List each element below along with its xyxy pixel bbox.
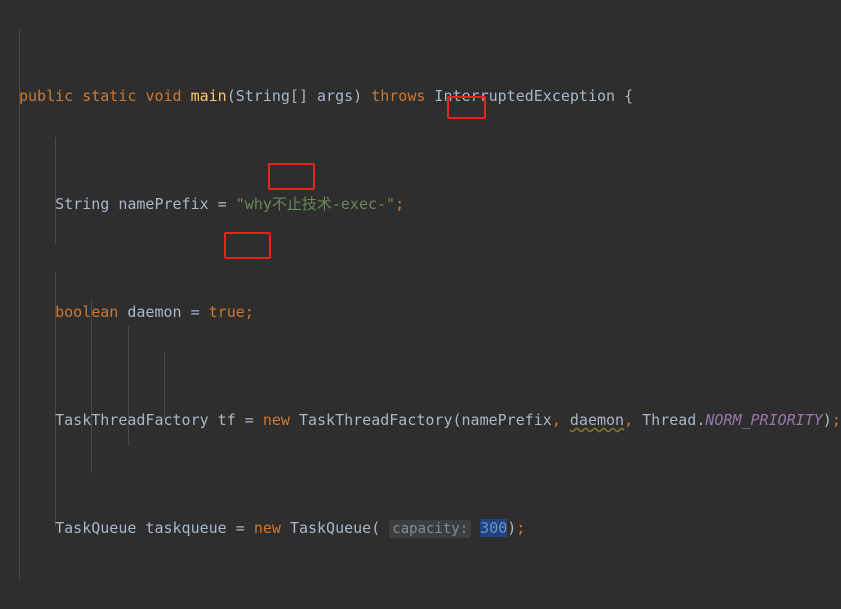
token-method-name: main <box>190 87 227 105</box>
token-keyword: throws <box>371 87 426 105</box>
token-static-field: NORM_PRIORITY <box>705 411 823 429</box>
token-keyword: boolean <box>55 303 119 321</box>
code-line-5[interactable]: TaskQueue taskqueue = new TaskQueue( cap… <box>19 515 841 542</box>
token-keyword: true <box>208 303 245 321</box>
param-hint-capacity: capacity: <box>389 520 472 538</box>
token-keyword: public <box>19 87 74 105</box>
code-line-2[interactable]: String namePrefix = "why不止技术-exec-"; <box>19 191 841 218</box>
token-keyword: static <box>82 87 137 105</box>
code-line-1[interactable]: public static void main(String[] args) t… <box>19 83 841 110</box>
token-string: "why不止技术-exec-" <box>235 195 396 213</box>
code-editor[interactable]: public static void main(String[] args) t… <box>0 0 841 609</box>
code-line-3[interactable]: boolean daemon = true; <box>19 299 841 326</box>
code-text[interactable]: public static void main(String[] args) t… <box>0 2 841 609</box>
token-warning-daemon: daemon <box>569 411 625 429</box>
token-keyword: new <box>253 519 281 537</box>
code-line-4[interactable]: TaskThreadFactory tf = new TaskThreadFac… <box>19 407 841 434</box>
token-keyword: new <box>262 411 290 429</box>
token-keyword: void <box>145 87 182 105</box>
value-capacity[interactable]: 300 <box>480 519 508 537</box>
